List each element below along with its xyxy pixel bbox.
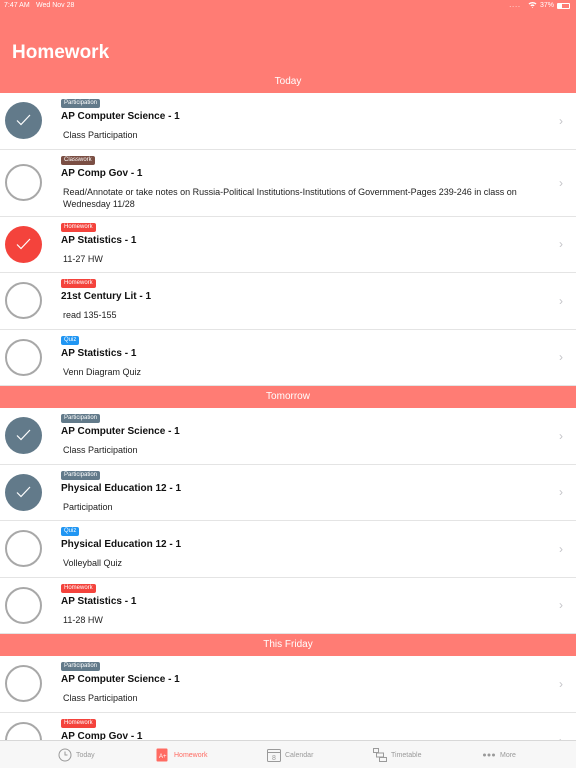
list-item[interactable]: Participation AP Computer Science - 1 Cl…	[0, 408, 576, 465]
incomplete-checkbox[interactable]	[5, 722, 42, 740]
list-item[interactable]: Classwork AP Comp Gov - 1 Read/Annotate …	[0, 149, 576, 217]
chevron-right-icon: ›	[559, 237, 563, 252]
class-title: Physical Education 12 - 1	[61, 539, 182, 550]
assignment-description: 11-28 HW	[63, 614, 103, 625]
type-badge: Quiz	[61, 335, 80, 345]
status-bar: 7:47 AM Wed Nov 28 .... 37%	[0, 0, 576, 12]
timetable-icon	[373, 748, 387, 762]
incomplete-checkbox[interactable]	[5, 282, 42, 320]
class-title: AP Comp Gov - 1	[61, 167, 143, 179]
type-badge: Quiz	[61, 527, 80, 536]
svg-text:A+: A+	[159, 754, 167, 760]
incomplete-checkbox[interactable]	[5, 530, 42, 568]
section-header-today: Today	[0, 70, 576, 93]
chevron-right-icon: ›	[559, 293, 563, 308]
battery-percent: 37%	[539, 2, 554, 9]
class-title: AP Computer Science - 1	[61, 426, 180, 437]
class-title: AP Statistics - 1	[61, 595, 137, 607]
type-badge: Participation	[61, 99, 101, 108]
list-item[interactable]: Participation Physical Education 12 - 1 …	[0, 464, 576, 521]
section-header-tomorrow: Tomorrow	[0, 386, 576, 408]
chevron-right-icon: ›	[559, 485, 563, 500]
list-item[interactable]: Quiz Physical Education 12 - 1 Volleybal…	[0, 521, 576, 578]
type-badge: Participation	[61, 470, 101, 480]
chevron-right-icon: ›	[559, 541, 563, 556]
assignment-description: 11-27 HW	[63, 253, 103, 264]
list-item[interactable]: Homework AP Statistics - 1 11-27 HW ›	[0, 216, 576, 273]
completed-checkbox[interactable]	[5, 473, 42, 511]
status-right: .... 37%	[509, 1, 570, 10]
incomplete-checkbox[interactable]	[5, 586, 42, 624]
tab-label: Timetable	[391, 751, 422, 759]
incomplete-checkbox[interactable]	[5, 164, 42, 201]
chevron-right-icon: ›	[559, 175, 563, 190]
incomplete-checkbox[interactable]	[5, 338, 42, 376]
type-badge: Homework	[61, 222, 96, 232]
tab-bar: Today A+ Homework 8 Calendar Timetable M…	[0, 740, 576, 768]
chevron-right-icon: ›	[559, 113, 563, 128]
class-title: AP Computer Science - 1	[61, 111, 180, 122]
class-title: AP Statistics - 1	[61, 234, 137, 246]
tab-homework[interactable]: A+ Homework	[156, 741, 207, 768]
class-title: AP Comp Gov - 1	[61, 730, 143, 741]
calendar-icon: 8	[267, 748, 281, 762]
list-item[interactable]: Homework 21st Century Lit - 1 read 135-1…	[0, 273, 576, 330]
class-title: AP Computer Science - 1	[61, 674, 180, 685]
assignment-description: Class Participation	[63, 130, 138, 140]
battery-icon	[557, 2, 570, 9]
page-title: Homework	[12, 42, 110, 63]
more-icon	[482, 748, 496, 762]
section-header-this-friday: This Friday	[0, 634, 576, 656]
assignment-description: Class Participation	[63, 693, 138, 703]
completed-checkbox[interactable]	[5, 417, 42, 455]
incomplete-checkbox[interactable]	[5, 665, 42, 703]
type-badge: Participation	[61, 414, 101, 423]
assignment-description: read 135-155	[63, 310, 117, 320]
tab-calendar[interactable]: 8 Calendar	[267, 741, 313, 768]
tab-label: More	[500, 751, 516, 759]
clock-icon	[58, 748, 72, 762]
homework-icon: A+	[156, 748, 170, 762]
type-badge: Homework	[61, 279, 96, 288]
assignment-description: Participation	[63, 501, 113, 512]
list-item[interactable]: Quiz AP Statistics - 1 Venn Diagram Quiz…	[0, 329, 576, 386]
assignment-description: Class Participation	[63, 445, 138, 455]
type-badge: Classwork	[61, 155, 95, 165]
list-item[interactable]: Participation AP Computer Science - 1 Cl…	[0, 656, 576, 713]
type-badge: Homework	[61, 718, 96, 728]
assignment-description: Volleyball Quiz	[63, 558, 123, 568]
chevron-right-icon: ›	[559, 350, 563, 365]
app-window: 7:47 AM Wed Nov 28 .... 37% Homework Tod…	[0, 0, 576, 768]
calendar-day: 8	[272, 755, 276, 762]
tab-today[interactable]: Today	[58, 741, 95, 768]
list-item[interactable]: Homework AP Statistics - 1 11-28 HW ›	[0, 577, 576, 634]
status-time: 7:47 AM	[4, 2, 30, 9]
assignment-description: Read/Annotate or take notes on Russia-Po…	[63, 186, 517, 209]
chevron-right-icon: ›	[559, 428, 563, 443]
tab-label: Today	[76, 751, 95, 759]
homework-list[interactable]: Today Participation AP Computer Science …	[0, 70, 576, 740]
tab-label: Calendar	[285, 751, 314, 759]
tab-timetable[interactable]: Timetable	[373, 741, 421, 768]
tab-more[interactable]: More	[482, 741, 516, 768]
class-title: AP Statistics - 1	[61, 347, 137, 359]
assignment-description: Venn Diagram Quiz	[63, 366, 142, 377]
list-item[interactable]: Participation AP Computer Science - 1 Cl…	[0, 93, 576, 150]
status-date: Wed Nov 28	[36, 2, 75, 9]
tab-label: Homework	[174, 751, 208, 759]
list-item[interactable]: Homework AP Comp Gov - 1 ›	[0, 712, 576, 741]
class-title: 21st Century Lit - 1	[61, 291, 152, 302]
wifi-icon	[528, 1, 537, 10]
type-badge: Homework	[61, 583, 96, 593]
class-title: Physical Education 12 - 1	[61, 482, 182, 494]
completed-checkbox[interactable]	[5, 225, 42, 263]
signal-dots: ....	[509, 2, 521, 9]
nav-header: Homework	[0, 12, 576, 70]
completed-checkbox[interactable]	[5, 102, 42, 140]
type-badge: Participation	[61, 662, 101, 671]
chevron-right-icon: ›	[559, 598, 563, 613]
chevron-right-icon: ›	[559, 676, 563, 691]
